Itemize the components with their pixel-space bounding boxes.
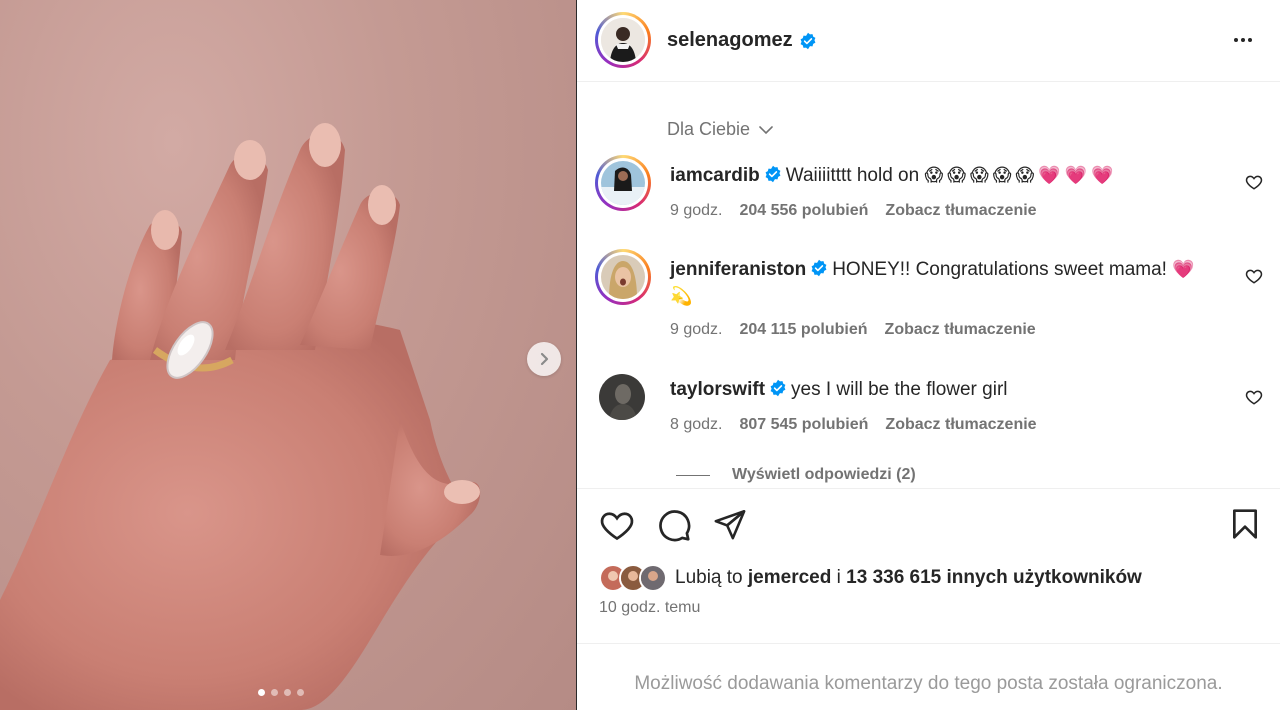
liker-username[interactable]: jemerced [748, 567, 831, 588]
comment-likes[interactable]: 204 556 polubień [739, 202, 868, 220]
next-image-button[interactable] [527, 342, 561, 376]
hand-ring-photo [0, 123, 481, 710]
comment-button[interactable] [656, 507, 692, 548]
verified-badge-icon [800, 32, 816, 49]
like-button[interactable] [599, 507, 635, 548]
comment-like-heart-icon[interactable] [1245, 388, 1263, 406]
chevron-down-icon [759, 125, 773, 134]
footer-divider [577, 643, 1280, 644]
see-translation-link[interactable]: Zobacz tłumaczenie [885, 416, 1036, 434]
comment-bubble-icon [659, 510, 691, 542]
comment-like-heart-icon[interactable] [1245, 267, 1263, 285]
carousel-indicator [258, 689, 304, 696]
chevron-right-icon [540, 352, 549, 366]
comment-text: Waiiiitttt hold on [785, 165, 920, 186]
view-replies-button[interactable]: Wyświetl odpowiedzi (2) [676, 466, 916, 484]
comment-username[interactable]: taylorswift [670, 379, 765, 400]
more-options-icon[interactable] [1231, 28, 1255, 57]
post-timestamp[interactable]: 10 godz. temu [599, 599, 700, 617]
post-media[interactable] [0, 0, 576, 710]
carousel-dot [258, 689, 265, 696]
likes-others[interactable]: 13 336 615 innych użytkowników [846, 567, 1142, 588]
see-translation-link[interactable]: Zobacz tłumaczenie [885, 202, 1036, 220]
comment-text: yes I will be the flower girl [791, 379, 1008, 400]
comment-like-heart-icon[interactable] [1245, 173, 1263, 191]
commenter-avatar[interactable] [595, 249, 651, 305]
author-username[interactable]: selenagomez [667, 29, 793, 52]
heart-icon [600, 512, 634, 541]
verified-badge-icon [811, 259, 827, 277]
liker-avatar[interactable] [639, 564, 667, 592]
commenter-avatar[interactable] [599, 374, 645, 420]
comment-time: 9 godz. [670, 202, 723, 219]
see-translation-link[interactable]: Zobacz tłumaczenie [885, 321, 1036, 339]
likes-text: Lubią to jemerced i 13 336 615 innych uż… [675, 567, 1142, 589]
likes-summary: Lubią to jemerced i 13 336 615 innych uż… [599, 564, 1142, 592]
verified-badge-icon [770, 379, 786, 397]
comment-text: HONEY!! Congratulations sweet mama! [832, 259, 1167, 280]
comment-emojis: 😱😱😱😱😱💗💗💗 [924, 165, 1118, 185]
comment-emojis: 💗 [1172, 259, 1199, 279]
replies-divider [676, 474, 710, 476]
comment-likes[interactable]: 807 545 polubień [739, 416, 868, 434]
likes-connector: i [836, 567, 841, 588]
comments-panel: selenagomez Dla Ciebie iamcardib Waiiiitt… [577, 0, 1280, 710]
comments-limited-notice: Możliwość dodawania komentarzy do tego p… [634, 673, 1223, 694]
bookmark-icon [1233, 509, 1257, 539]
likes-prefix: Lubią to [675, 567, 743, 588]
actions-divider [577, 488, 1280, 489]
comment-time: 8 godz. [670, 416, 723, 433]
comment-likes[interactable]: 204 115 polubień [739, 321, 867, 339]
carousel-dot [297, 689, 304, 696]
save-button[interactable] [1229, 507, 1261, 546]
carousel-dot [284, 689, 291, 696]
share-button[interactable] [713, 507, 747, 546]
view-replies-label: Wyświetl odpowiedzi (2) [732, 466, 916, 483]
paper-plane-icon [714, 509, 746, 540]
post-header: selenagomez [577, 0, 1280, 82]
comment-username[interactable]: iamcardib [670, 165, 760, 186]
author-avatar[interactable] [595, 12, 651, 68]
comment-time: 9 godz. [670, 321, 723, 338]
carousel-dot [271, 689, 278, 696]
comment-username[interactable]: jenniferaniston [670, 259, 806, 280]
verified-badge-icon [765, 165, 781, 183]
comment-sort-dropdown[interactable]: Dla Ciebie [667, 119, 774, 140]
sort-label: Dla Ciebie [667, 119, 751, 139]
comment-emojis-line2: 💫 [670, 286, 697, 306]
commenter-avatar[interactable] [595, 155, 651, 211]
